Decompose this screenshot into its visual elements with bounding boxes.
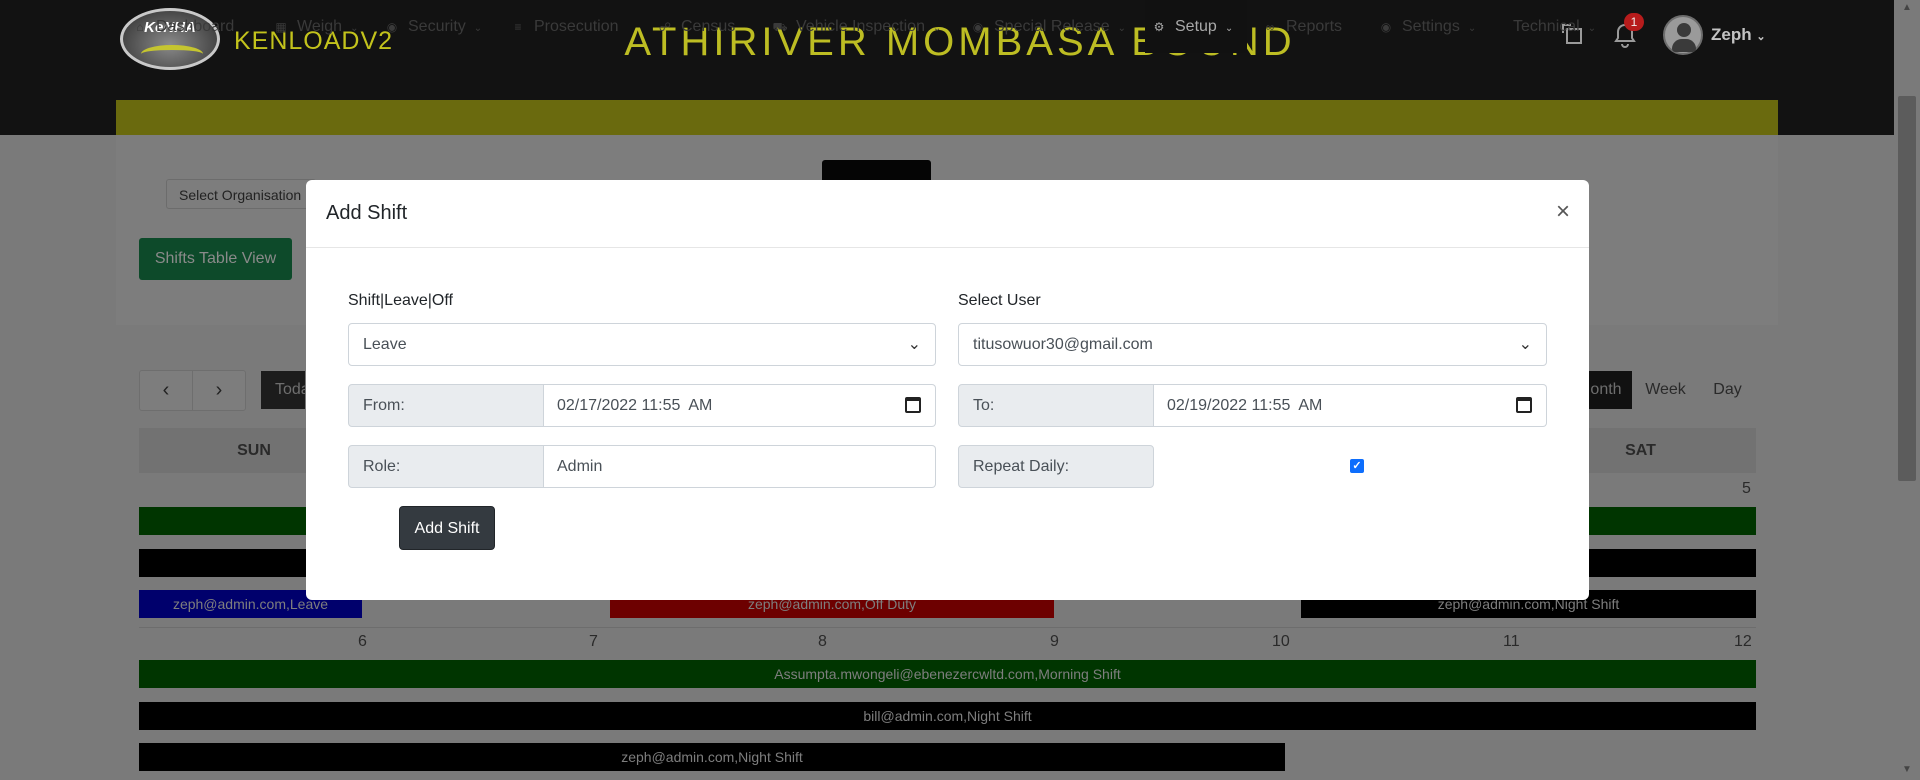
day-view-button[interactable]: Day xyxy=(1699,371,1756,409)
chevron-down-icon: ⌄ xyxy=(350,23,359,34)
nav-label: Dashboard xyxy=(156,18,235,35)
lock-icon: ◉ xyxy=(386,20,398,34)
close-icon[interactable]: × xyxy=(1556,198,1570,226)
next-button[interactable]: › xyxy=(192,370,246,411)
from-value: 02/17/2022 11:55 AM xyxy=(557,397,713,414)
add-shift-button[interactable]: Add Shift xyxy=(399,506,495,550)
add-shift-modal: Add Shift × Shift|Leave|Off Leave ⌄ Sele… xyxy=(306,180,1589,600)
nav-setup[interactable]: ⚙ Setup ⌄ xyxy=(1145,0,1248,53)
shifts-table-view-button[interactable]: Shifts Table View xyxy=(139,238,292,280)
chevron-down-icon: ⌄ xyxy=(1518,336,1532,353)
nav-label: Security xyxy=(408,18,466,35)
user-name: Zeph xyxy=(1711,25,1752,44)
calendar-icon[interactable] xyxy=(905,397,921,413)
nav-special-release[interactable]: ◉ Special Release ⌄ xyxy=(970,0,1126,53)
role-input[interactable]: Admin xyxy=(544,445,936,488)
avatar[interactable] xyxy=(1663,15,1703,55)
scroll-up-icon[interactable]: ▲ xyxy=(1898,2,1916,13)
nav-vehicle-inspection[interactable]: ⛟ Vehicle Inspection ⌄ xyxy=(772,0,941,53)
day-number: 7 xyxy=(589,633,598,650)
nav-label: Census xyxy=(681,18,736,35)
calendar-icon[interactable] xyxy=(1516,397,1532,413)
modal-title: Add Shift xyxy=(326,202,408,224)
calendar-event[interactable] xyxy=(1589,549,1756,577)
to-value: 02/19/2022 11:55 AM xyxy=(1167,397,1323,414)
chevron-down-icon: ⌄ xyxy=(1467,23,1477,34)
nav-label: Special Release xyxy=(994,18,1110,35)
calendar-event[interactable]: zeph@admin.com,Night Shift xyxy=(139,743,1285,771)
nav-label: Technical xyxy=(1513,18,1580,35)
nav-label: Vehicle Inspection xyxy=(796,18,925,35)
chevron-down-icon: ⌄ xyxy=(1117,23,1127,34)
day-number: 5 xyxy=(1742,480,1751,497)
shift-type-value: Leave xyxy=(363,336,407,353)
chevron-down-icon: ⌄ xyxy=(1224,23,1234,34)
day-number: 9 xyxy=(1050,633,1059,650)
home-icon: ⌂ xyxy=(136,20,144,34)
chevron-down-icon: ⌄ xyxy=(1756,31,1766,43)
nav-settings[interactable]: ◉ Settings ⌄ xyxy=(1378,0,1476,53)
week-view-button[interactable]: Week xyxy=(1632,371,1699,409)
circle-dot-icon: ◉ xyxy=(1380,20,1392,34)
nav-technical[interactable]: Technical ⌄ xyxy=(1513,0,1596,53)
car-icon: ☍ xyxy=(658,20,672,34)
from-label: From: xyxy=(348,384,544,427)
scale-icon: ▦ xyxy=(275,20,287,34)
select-user-label: Select User xyxy=(958,292,1041,309)
nav-reports[interactable]: ∞ Reports xyxy=(1262,0,1342,53)
nav-label: Reports xyxy=(1286,18,1343,35)
shift-type-label: Shift|Leave|Off xyxy=(348,292,453,309)
chevron-down-icon: ⌄ xyxy=(1587,23,1597,34)
role-label: Role: xyxy=(348,445,544,488)
calendar-event[interactable] xyxy=(139,549,306,577)
gears-icon: ⚙ xyxy=(1153,20,1165,34)
shift-type-select[interactable]: Leave ⌄ xyxy=(348,323,936,366)
to-label: To: xyxy=(958,384,1154,427)
day-number: 12 xyxy=(1734,633,1752,650)
prev-button[interactable]: ‹ xyxy=(139,370,193,411)
today-button[interactable]: Toda xyxy=(261,371,305,409)
chevron-down-icon: ⌄ xyxy=(473,23,483,34)
user-menu[interactable]: Zeph ⌄ xyxy=(1711,25,1766,45)
truck-icon: ⛟ xyxy=(772,20,788,34)
notification-badge: 1 xyxy=(1624,13,1644,31)
chevron-down-icon: ⌄ xyxy=(907,336,921,353)
from-datetime-input[interactable]: 02/17/2022 11:55 AM xyxy=(544,384,936,427)
day-number: 10 xyxy=(1272,633,1290,650)
to-datetime-input[interactable]: 02/19/2022 11:55 AM xyxy=(1154,384,1547,427)
chevron-down-icon: ⌄ xyxy=(932,23,942,34)
repeat-daily-checkbox[interactable]: ✓ xyxy=(1350,459,1364,473)
day-number: 11 xyxy=(1503,633,1520,650)
nav-security[interactable]: ◉ Security ⌄ xyxy=(384,0,482,53)
nav-prosecution[interactable]: ≡ Prosecution xyxy=(510,0,619,53)
nav-label: Settings xyxy=(1402,18,1460,35)
nav-census[interactable]: ☍ Census xyxy=(657,0,735,53)
calendar-event[interactable]: bill@admin.com,Night Shift xyxy=(139,702,1756,730)
calendar-event[interactable]: Assumpta.mwongeli@ebenezercwltd.com,Morn… xyxy=(139,660,1756,688)
repeat-daily-label: Repeat Daily: xyxy=(958,445,1154,488)
nav-dashboard[interactable]: ⌂ Dashboard xyxy=(132,0,234,53)
scrollbar-thumb[interactable] xyxy=(1898,96,1916,481)
nav-label: Setup xyxy=(1175,18,1217,35)
modal-header-divider xyxy=(306,247,1589,248)
calendar-event[interactable] xyxy=(1589,507,1756,535)
week-divider xyxy=(139,627,1756,628)
nav-label: Prosecution xyxy=(534,18,619,35)
circle-dot-icon: ◉ xyxy=(972,20,984,34)
calendar-event[interactable] xyxy=(139,507,306,535)
list-icon: ≡ xyxy=(514,20,522,34)
day-number: 8 xyxy=(818,633,827,650)
day-number: 6 xyxy=(358,633,367,650)
nav-label: Weigh xyxy=(297,18,343,35)
select-organisation[interactable]: Select Organisation xyxy=(166,179,316,209)
paperclip-icon: ∞ xyxy=(1265,20,1275,34)
scroll-down-icon[interactable]: ▼ xyxy=(1898,764,1916,775)
select-user-value: titusowuor30@gmail.com xyxy=(973,336,1153,353)
nav-weigh[interactable]: ▦ Weigh ⌄ xyxy=(273,0,358,53)
select-user-select[interactable]: titusowuor30@gmail.com ⌄ xyxy=(958,323,1547,366)
